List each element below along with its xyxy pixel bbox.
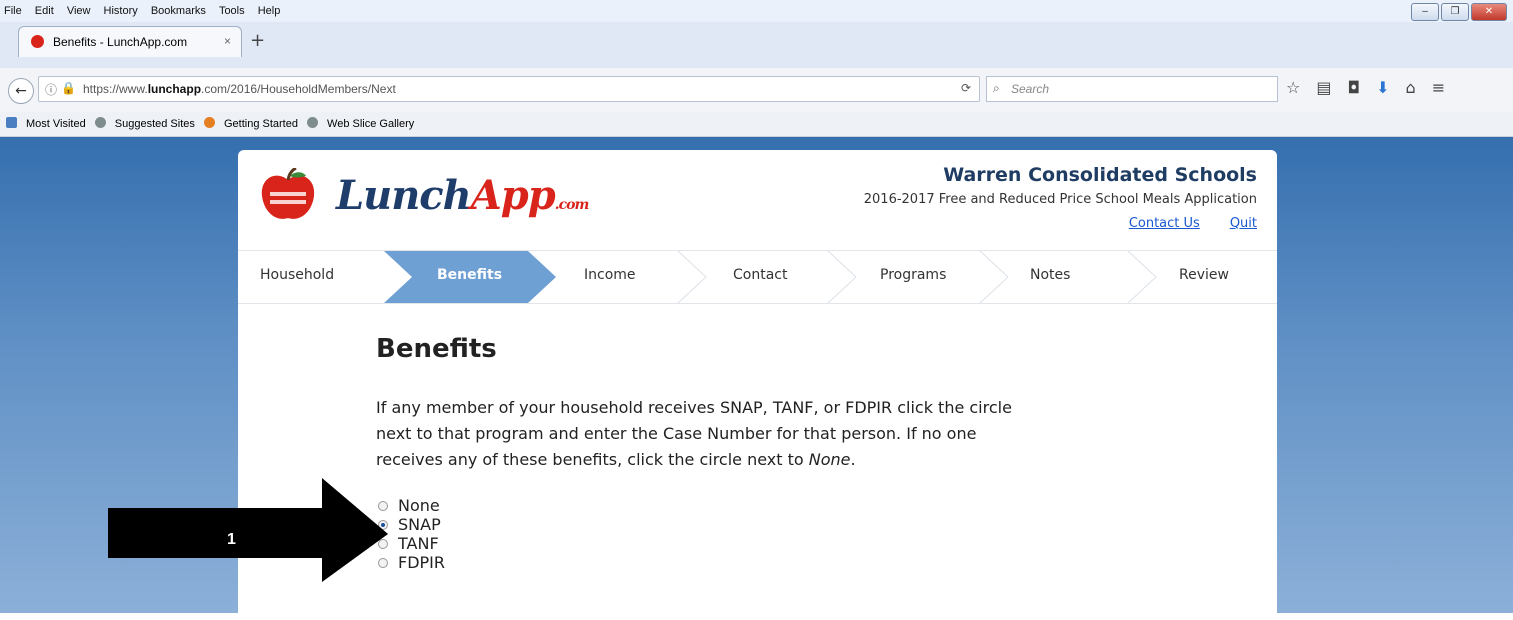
annotation-arrow: 1 [108, 478, 388, 582]
close-window-button[interactable]: ✕ [1471, 3, 1507, 21]
close-tab-icon[interactable]: × [224, 34, 231, 48]
menu-tools[interactable]: Tools [219, 0, 245, 22]
lunchapp-logo: LunchApp.com [336, 172, 589, 219]
step-navigation: Household Benefits Income Contact Progra… [238, 250, 1277, 304]
url-text: https://www.lunchapp.com/2016/HouseholdM… [83, 82, 396, 96]
search-input[interactable]: ⌕ Search [986, 76, 1278, 102]
maximize-button[interactable]: ❐ [1441, 3, 1469, 21]
navigation-bar: ← ⓘ 🔒 https://www.lunchapp.com/2016/Hous… [0, 68, 1513, 113]
bookmarks-bar: Most Visited Suggested Sites Getting Sta… [0, 112, 1513, 137]
download-icon[interactable]: ⬇ [1376, 78, 1389, 97]
window-controls: ‒ ❐ ✕ [1411, 3, 1507, 21]
apple-logo-icon [261, 168, 315, 219]
application-subtitle: 2016-2017 Free and Reduced Price School … [863, 192, 1257, 207]
contact-us-link[interactable]: Contact Us [1129, 216, 1200, 231]
minimize-button[interactable]: ‒ [1411, 3, 1439, 21]
home-icon[interactable]: ⌂ [1406, 78, 1416, 97]
content-card: LunchApp.com Warren Consolidated Schools… [238, 150, 1277, 620]
header-links: Contact Us Quit [1099, 216, 1257, 231]
bookmark-folder-icon [6, 117, 17, 128]
web-icon [94, 117, 106, 128]
tab-title: Benefits - LunchApp.com [53, 35, 188, 49]
hamburger-menu-icon[interactable]: ≡ [1432, 78, 1445, 97]
new-tab-button[interactable]: + [250, 30, 265, 51]
bookmark-most-visited[interactable]: Most Visited [6, 112, 86, 136]
reload-icon[interactable]: ⟳ [961, 81, 971, 95]
school-name: Warren Consolidated Schools [943, 164, 1257, 186]
menu-history[interactable]: History [104, 0, 138, 22]
info-icon[interactable]: ⓘ [45, 81, 57, 98]
back-button[interactable]: ← [8, 78, 34, 104]
bookmark-star-icon[interactable]: ☆ [1286, 78, 1300, 97]
step-income[interactable]: Income [584, 267, 636, 283]
menu-file[interactable]: File [4, 0, 22, 22]
lock-icon: 🔒 [61, 81, 76, 95]
apple-favicon-icon [31, 35, 44, 48]
quit-link[interactable]: Quit [1230, 216, 1257, 231]
bookmark-web-slice-gallery[interactable]: Web Slice Gallery [307, 112, 414, 136]
search-icon: ⌕ [993, 81, 1000, 95]
tab-bar: Benefits - LunchApp.com × + [0, 22, 1513, 68]
step-programs[interactable]: Programs [880, 267, 946, 283]
menu-edit[interactable]: Edit [35, 0, 54, 22]
step-household[interactable]: Household [260, 267, 334, 283]
benefits-instructions: If any member of your household receives… [376, 398, 1012, 469]
tab-benefits[interactable]: Benefits - LunchApp.com × [18, 26, 242, 57]
step-notes[interactable]: Notes [1030, 267, 1070, 283]
step-review[interactable]: Review [1179, 267, 1229, 283]
bookmark-suggested-sites[interactable]: Suggested Sites [94, 112, 195, 136]
step-benefits[interactable]: Benefits [437, 267, 502, 283]
bookmark-getting-started[interactable]: Getting Started [203, 112, 298, 136]
url-bar[interactable]: ⓘ 🔒 https://www.lunchapp.com/2016/Househ… [38, 76, 980, 102]
menu-view[interactable]: View [67, 0, 91, 22]
web-icon [307, 117, 319, 128]
menu-bar: File Edit View History Bookmarks Tools H… [0, 0, 1513, 22]
firefox-icon [203, 117, 215, 128]
menu-help[interactable]: Help [258, 0, 281, 22]
search-placeholder: Search [1011, 82, 1050, 96]
menu-bookmarks[interactable]: Bookmarks [151, 0, 206, 22]
pocket-icon[interactable]: ◘ [1347, 78, 1360, 97]
reading-list-icon[interactable]: ▤ [1316, 78, 1331, 97]
step-contact[interactable]: Contact [733, 267, 787, 283]
toolbar-icons: ☆ ▤ ◘ ⬇ ⌂ ≡ [1286, 78, 1445, 97]
page-title: Benefits [376, 334, 497, 364]
annotation-label: 1 [227, 531, 236, 548]
